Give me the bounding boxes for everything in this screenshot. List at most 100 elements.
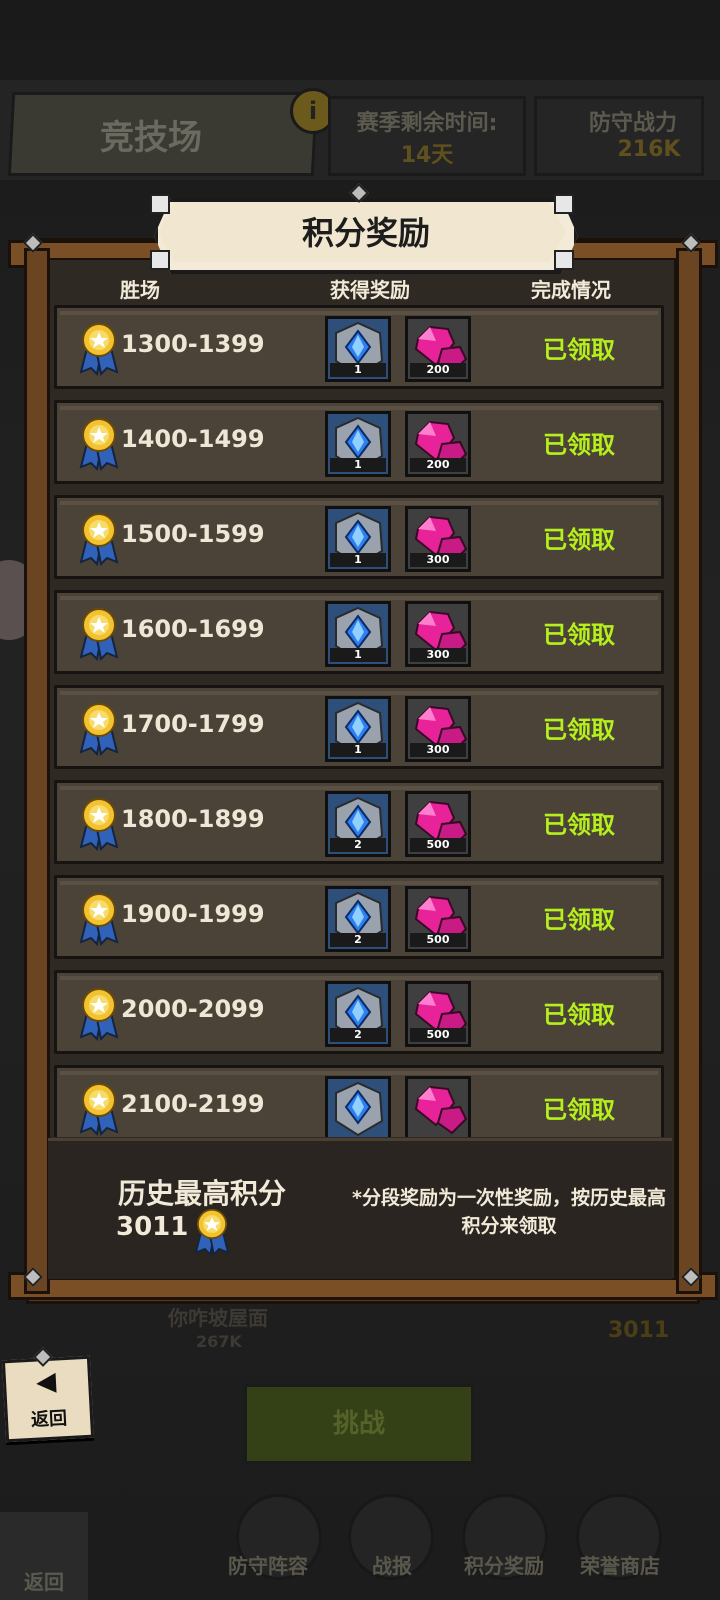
tab-defense-lineup: 防守阵容 — [228, 1554, 308, 1578]
opponent-name: 你咋坡屋面 — [168, 1306, 268, 1330]
medal-icon — [79, 1083, 119, 1136]
frame-post-left — [24, 248, 50, 1294]
medal-icon — [79, 513, 119, 566]
gem-reward[interactable]: 500 — [405, 791, 471, 857]
gem-reward[interactable]: 500 — [405, 981, 471, 1047]
gem-qty: 300 — [410, 648, 466, 662]
challenge-button: 挑战 — [244, 1384, 474, 1464]
rune-stone-qty: 1 — [330, 648, 386, 662]
rune-stone-icon — [335, 1081, 384, 1137]
rune-stone-qty: 2 — [330, 1028, 386, 1042]
gem-reward[interactable]: 200 — [405, 411, 471, 477]
reward-row: 2000-2099 2 500 已领取 — [54, 970, 664, 1054]
tab-battle-report: 战报 — [372, 1554, 412, 1578]
back-button[interactable]: ◀ 返回 — [1, 1355, 95, 1443]
reward-row: 1500-1599 1 300 已领取 — [54, 495, 664, 579]
win-range: 1500-1599 — [121, 520, 265, 548]
win-range: 1400-1499 — [121, 425, 265, 453]
claim-status: 已领取 — [543, 716, 615, 744]
gem-reward[interactable]: 500 — [405, 886, 471, 952]
defense-label: 防守战力 — [588, 111, 677, 136]
win-range: 1600-1699 — [121, 615, 265, 643]
rune-stone-reward[interactable]: 2 — [325, 791, 391, 857]
reward-row: 1400-1499 1 200 已领取 — [54, 400, 664, 484]
claim-status: 已领取 — [543, 621, 615, 649]
season-timer: 赛季剩余时间: 14天 — [328, 96, 526, 176]
win-range: 1900-1999 — [121, 900, 265, 928]
highest-score-value: 3011 — [116, 1212, 189, 1242]
column-header-wins: 胜场 — [120, 278, 160, 302]
defense-value: 216K — [617, 137, 681, 162]
win-range: 1300-1399 — [121, 330, 265, 358]
gem-icon — [414, 1085, 468, 1135]
reward-row: 1600-1699 1 300 已领取 — [54, 590, 664, 674]
medal-icon — [79, 893, 119, 946]
reward-row: 1800-1899 2 500 已领取 — [54, 780, 664, 864]
medal-icon — [79, 608, 119, 661]
column-header-status: 完成情况 — [531, 278, 611, 302]
opponent-score: 3011 — [608, 1318, 670, 1343]
gem-reward[interactable]: 300 — [405, 506, 471, 572]
gem-reward[interactable]: 200 — [405, 316, 471, 382]
rune-stone-reward[interactable]: 2 — [325, 886, 391, 952]
medal-icon — [79, 418, 119, 471]
reward-row: 1300-1399 1 200 已领取 — [54, 305, 664, 389]
season-label: 赛季剩余时间: — [356, 111, 498, 136]
gem-reward[interactable]: 300 — [405, 601, 471, 667]
background-arena-title: 竞技场 — [100, 118, 202, 158]
gem-qty: 200 — [410, 458, 466, 472]
claim-status: 已领取 — [543, 336, 615, 364]
column-header-rewards: 获得奖励 — [330, 278, 410, 302]
rune-stone-reward[interactable]: 1 — [325, 601, 391, 667]
claim-status: 已领取 — [543, 526, 615, 554]
gem-qty: 500 — [410, 1028, 466, 1042]
season-value: 14天 — [400, 143, 454, 168]
win-range: 2000-2099 — [121, 995, 265, 1023]
claim-status: 已领取 — [543, 1096, 615, 1124]
rune-stone-qty: 1 — [330, 363, 386, 377]
medal-icon — [79, 323, 119, 376]
reward-row: 2100-2199 已领取 — [54, 1065, 664, 1137]
rune-stone-reward[interactable]: 1 — [325, 696, 391, 762]
claim-status: 已领取 — [543, 431, 615, 459]
rune-stone-reward[interactable] — [325, 1076, 391, 1137]
rune-stone-qty: 2 — [330, 838, 386, 852]
reward-list[interactable]: 1300-1399 1 200 已领取 1400-1499 1 200 已领取 … — [52, 305, 672, 1137]
gem-qty: 500 — [410, 933, 466, 947]
gem-qty: 200 — [410, 363, 466, 377]
win-range: 2100-2199 — [121, 1090, 265, 1118]
rune-stone-qty: 2 — [330, 933, 386, 947]
defense-power: 防守战力 216K — [534, 96, 704, 176]
gem-qty: 500 — [410, 838, 466, 852]
win-range: 1800-1899 — [121, 805, 265, 833]
reward-note: *分段奖励为一次性奖励，按历史最高积分来领取 — [352, 1187, 666, 1237]
claim-status: 已领取 — [543, 811, 615, 839]
rune-stone-qty: 1 — [330, 458, 386, 472]
highest-score-label: 历史最高积分 — [118, 1177, 287, 1210]
gem-qty: 300 — [410, 743, 466, 757]
medal-icon — [79, 703, 119, 756]
reward-row: 1700-1799 1 300 已领取 — [54, 685, 664, 769]
rune-stone-reward[interactable]: 1 — [325, 411, 391, 477]
rune-stone-qty: 1 — [330, 553, 386, 567]
win-range: 1700-1799 — [121, 710, 265, 738]
claim-status: 已领取 — [543, 1001, 615, 1029]
gem-reward[interactable] — [405, 1076, 471, 1137]
tab-score-rewards: 积分奖励 — [464, 1554, 544, 1578]
back-arrow-icon: ◀ — [35, 1366, 57, 1398]
tab-honor-shop: 荣誉商店 — [580, 1554, 660, 1578]
claim-status: 已领取 — [543, 906, 615, 934]
rune-stone-reward[interactable]: 1 — [325, 316, 391, 382]
rune-stone-reward[interactable]: 1 — [325, 506, 391, 572]
background-back-label: 返回 — [24, 1570, 64, 1594]
rune-stone-qty: 1 — [330, 743, 386, 757]
reward-row: 1900-1999 2 500 已领取 — [54, 875, 664, 959]
frame-post-right — [676, 248, 702, 1294]
medal-icon — [79, 988, 119, 1041]
opponent-power: 267K — [196, 1332, 242, 1351]
back-button-label: 返回 — [30, 1408, 68, 1431]
gem-reward[interactable]: 300 — [405, 696, 471, 762]
rune-stone-reward[interactable]: 2 — [325, 981, 391, 1047]
medal-icon — [79, 798, 119, 851]
gem-qty: 300 — [410, 553, 466, 567]
